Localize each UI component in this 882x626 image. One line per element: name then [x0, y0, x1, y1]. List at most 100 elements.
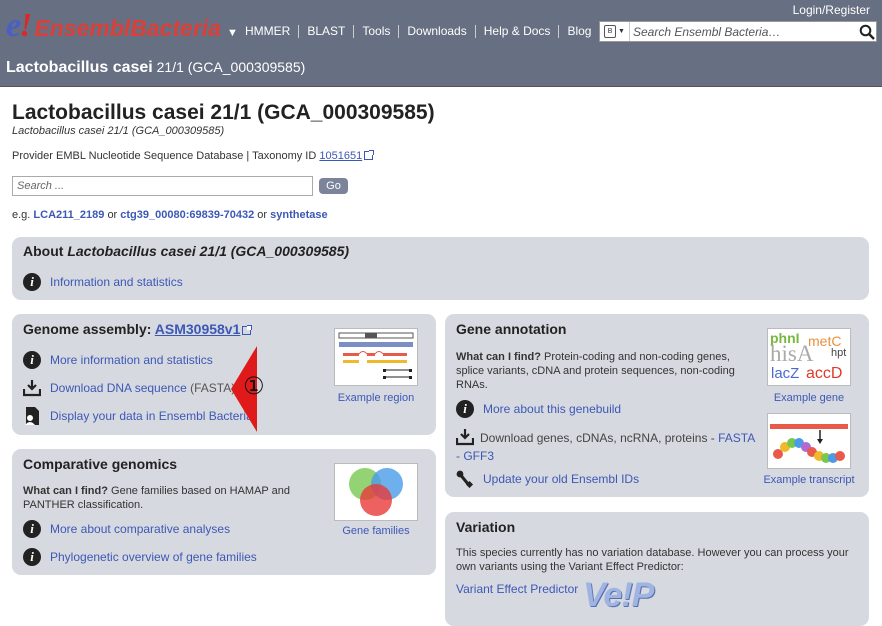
eg-or: or — [257, 209, 268, 221]
info-icon: i — [23, 520, 41, 538]
update-ids-link[interactable]: Update your old Ensembl IDs — [483, 472, 639, 486]
species-bar: Lactobacillus casei 21/1 (GCA_000309585) — [6, 59, 305, 77]
annotation-more-row: i More about this genebuild — [456, 400, 621, 418]
nav-downloads[interactable]: Downloads — [399, 24, 474, 38]
display-your-data-link[interactable]: Display your data in Ensembl Bacteria — [50, 409, 253, 423]
comparative-more-row: i More about comparative analyses — [23, 520, 230, 538]
nav-tools[interactable]: Tools — [354, 24, 398, 38]
eg-prefix: e.g. — [12, 209, 31, 221]
provider-line: Provider EMBL Nucleotide Sequence Databa… — [12, 150, 375, 162]
nav-blog[interactable]: Blog — [559, 24, 599, 38]
gene-word: hisA — [770, 341, 814, 366]
genome-more-row: i More information and statistics — [23, 351, 213, 369]
ensembl-bacteria-logo[interactable]: e ! EnsemblBacteria ▼ — [6, 7, 238, 45]
info-icon: i — [23, 273, 41, 291]
example-transcript-link[interactable]: Example transcript — [757, 474, 861, 486]
information-statistics-link[interactable]: Information and statistics — [50, 275, 183, 289]
example-region-link[interactable]: Example region — [330, 392, 422, 404]
taxonomy-id-link[interactable]: 1051651 — [319, 150, 362, 162]
site-search-box: B ▼ — [599, 21, 877, 42]
annotation-update-row: Update your old Ensembl IDs — [456, 470, 639, 488]
download-dna-link[interactable]: Download DNA sequence — [50, 381, 187, 395]
variation-heading: Variation — [456, 519, 516, 535]
logo-text: EnsemblBacteria — [34, 15, 221, 41]
provider-text: Provider EMBL Nucleotide Sequence Databa… — [12, 150, 317, 162]
gene-families-thumbnail[interactable] — [334, 463, 418, 521]
example-region-thumbnail[interactable] — [334, 328, 418, 386]
example-link-term[interactable]: synthetase — [270, 209, 327, 221]
chevron-down-icon: ▼ — [618, 28, 625, 35]
gene-annotation-panel: Gene annotation What can I find? Protein… — [445, 314, 869, 497]
nav-help-docs[interactable]: Help & Docs — [476, 24, 559, 38]
variation-panel: Variation This species currently has no … — [445, 512, 869, 626]
gff3-link[interactable]: GFF3 — [463, 449, 494, 463]
search-examples: e.g. LCA211_2189 or ctg39_00080:69839-70… — [12, 209, 328, 221]
page-title: Lactobacillus casei 21/1 (GCA_000309585) — [12, 101, 435, 124]
genome-download-row: Download DNA sequence (FASTA) — [23, 379, 235, 397]
download-icon — [456, 428, 474, 446]
genome-assembly-label: Genome assembly: — [23, 321, 152, 337]
info-icon: i — [23, 548, 41, 566]
marker-label: ① — [243, 372, 265, 400]
top-nav: HMMER BLAST Tools Downloads Help & Docs … — [237, 24, 599, 38]
comparative-genomics-heading: Comparative genomics — [23, 456, 178, 472]
callout-arrow-marker: ① — [229, 344, 265, 434]
annotation-description: What can I find? Protein-coding and non-… — [456, 350, 748, 392]
download-genes-text: Download genes, cDNAs, ncRNA, proteins - — [480, 431, 715, 445]
upload-user-data-icon — [23, 407, 41, 425]
phylogenetic-overview-link[interactable]: Phylogenetic overview of gene families — [50, 550, 257, 564]
more-genebuild-link[interactable]: More about this genebuild — [483, 402, 621, 416]
genome-assembly-heading: Genome assembly: ASM30958v1 — [23, 321, 253, 337]
search-icon[interactable] — [858, 23, 876, 41]
masthead: Login/Register e ! EnsemblBacteria ▼ HMM… — [0, 0, 882, 87]
about-heading: About Lactobacillus casei 21/1 (GCA_0003… — [23, 243, 349, 259]
comparative-description: What can I find? Gene families based on … — [23, 484, 313, 512]
go-button[interactable]: Go — [319, 178, 348, 194]
annotation-download-row: Download genes, cDNAs, ncRNA, proteins -… — [456, 428, 756, 465]
nav-blast[interactable]: BLAST — [299, 24, 353, 38]
comparative-phylo-row: i Phylogenetic overview of gene families — [23, 548, 257, 566]
variant-effect-predictor-link[interactable]: Variant Effect Predictor — [456, 582, 578, 596]
more-comparative-link[interactable]: More about comparative analyses — [50, 522, 230, 536]
genome-assembly-panel: Genome assembly: ASM30958v1 i More infor… — [12, 314, 436, 435]
species-bar-strain: 21/1 (GCA_000309585) — [156, 59, 306, 75]
genome-display-row: Display your data in Ensembl Bacteria — [23, 407, 253, 425]
external-link-icon — [364, 150, 375, 160]
download-icon — [23, 379, 41, 397]
nav-hmmer[interactable]: HMMER — [237, 24, 298, 38]
example-gene-link[interactable]: Example gene — [763, 392, 855, 404]
comparative-genomics-panel: Comparative genomics What can I find? Ge… — [12, 449, 436, 575]
search-site-selector[interactable]: B ▼ — [600, 22, 630, 41]
assembly-link[interactable]: ASM30958v1 — [155, 321, 241, 337]
gene-word: lacZ — [771, 365, 800, 382]
gene-annotation-heading: Gene annotation — [456, 321, 567, 337]
about-heading-species: Lactobacillus casei 21/1 (GCA_000309585) — [67, 243, 350, 259]
gene-word: hpt — [831, 347, 847, 359]
what-can-i-find-label: What can I find? — [456, 351, 541, 363]
gene-word: accD — [806, 365, 843, 382]
page-subtitle: Lactobacillus casei 21/1 (GCA_000309585) — [12, 125, 225, 137]
about-heading-prefix: About — [23, 243, 64, 259]
wrench-icon — [456, 470, 474, 488]
gene-families-link[interactable]: Gene families — [330, 525, 422, 537]
info-icon: i — [456, 400, 474, 418]
about-info-row: i Information and statistics — [23, 273, 183, 291]
site-icon: B — [604, 25, 617, 38]
eg-or: or — [107, 209, 118, 221]
logo-bang: ! — [19, 7, 33, 44]
login-register-link[interactable]: Login/Register — [793, 3, 870, 17]
about-panel: About Lactobacillus casei 21/1 (GCA_0003… — [12, 237, 869, 300]
example-link-gene[interactable]: LCA211_2189 — [33, 209, 104, 221]
info-icon: i — [23, 351, 41, 369]
species-search-input[interactable] — [12, 176, 313, 196]
what-can-i-find-label: What can I find? — [23, 485, 108, 497]
more-info-statistics-link[interactable]: More information and statistics — [50, 353, 213, 367]
site-search-input[interactable] — [630, 24, 858, 39]
fasta-link[interactable]: FASTA — [718, 431, 754, 445]
external-link-icon — [242, 325, 253, 335]
example-transcript-thumbnail[interactable] — [767, 413, 851, 469]
vep-logo[interactable]: Ve!P — [583, 576, 654, 615]
variation-description: This species currently has no variation … — [456, 547, 849, 573]
example-link-location[interactable]: ctg39_00080:69839-70432 — [120, 209, 254, 221]
example-gene-thumbnail[interactable]: phnI metC hisA hpt lacZ accD — [767, 328, 851, 386]
